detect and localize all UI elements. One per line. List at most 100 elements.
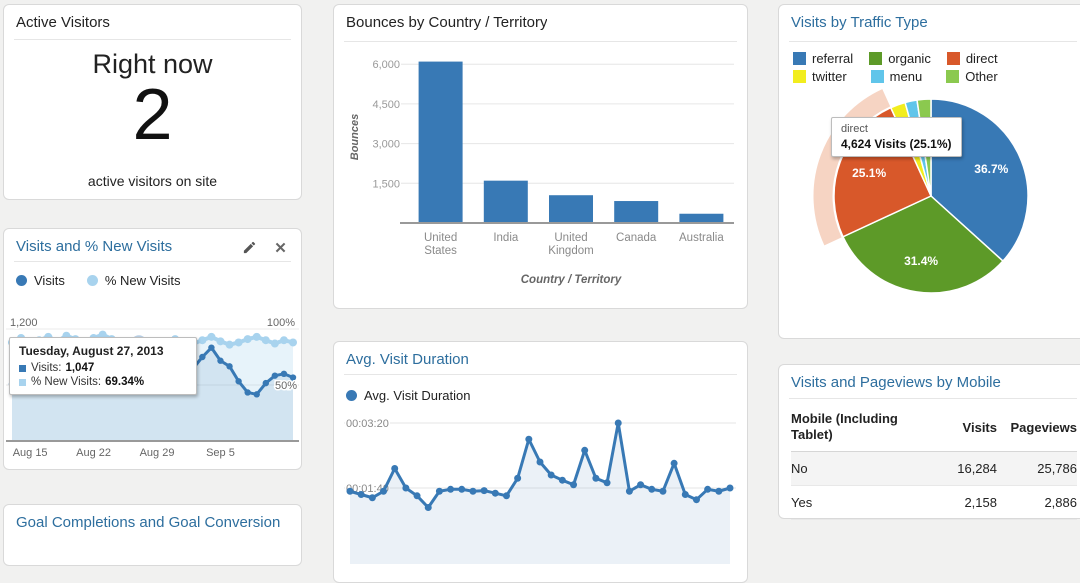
edit-pencil-icon[interactable]	[241, 239, 258, 256]
table-header-row: Mobile (Including Tablet) Visits Pagevie…	[791, 407, 1077, 452]
svg-text:6,000: 6,000	[372, 59, 400, 71]
legend-swatch	[87, 275, 98, 286]
card-title: Bounces by Country / Territory	[346, 14, 547, 31]
svg-text:India: India	[493, 232, 519, 244]
svg-text:Country / Territory: Country / Territory	[521, 274, 622, 286]
svg-text:Aug 29: Aug 29	[140, 447, 175, 459]
cell-visits: 2,158	[929, 495, 997, 510]
pie-chart-tooltip: direct 4,624 Visits (25.1%)	[831, 117, 962, 157]
visits-new-visits-card: Visits and % New Visits ✕ Visits % New V…	[3, 228, 302, 470]
table-row: No 16,284 25,786	[791, 452, 1077, 486]
legend-swatch	[793, 52, 806, 65]
svg-text:1,500: 1,500	[372, 178, 400, 190]
active-visitor-count: 2	[4, 79, 301, 151]
svg-text:100%: 100%	[267, 317, 295, 329]
divider	[344, 41, 737, 42]
cell-visits: 16,284	[929, 461, 997, 476]
legend-swatch	[946, 70, 959, 83]
tooltip-label: % New Visits:	[31, 376, 101, 388]
bounces-card: Bounces by Country / Territory 1,500 3,00…	[333, 4, 748, 309]
cell-pageviews: 25,786	[997, 461, 1077, 476]
legend-swatch	[16, 275, 27, 286]
tooltip-value: 69.34%	[105, 376, 144, 388]
legend-label: twitter	[812, 69, 847, 84]
tooltip-swatch	[19, 379, 26, 386]
divider	[14, 261, 291, 262]
legend-item-twitter: twitter	[793, 69, 847, 84]
card-title: Visits and Pageviews by Mobile	[791, 374, 1001, 391]
legend-label: menu	[890, 69, 923, 84]
svg-text:Bounces: Bounces	[349, 114, 361, 160]
svg-text:25.1%: 25.1%	[852, 166, 886, 180]
active-visitors-subtitle: active visitors on site	[4, 173, 301, 189]
column-header-visits: Visits	[929, 420, 997, 435]
card-title: Visits and % New Visits	[16, 238, 172, 255]
svg-text:1,200: 1,200	[10, 317, 38, 329]
tooltip-date: Tuesday, August 27, 2013	[19, 344, 187, 358]
legend-label: Avg. Visit Duration	[364, 388, 470, 403]
legend-label: Other	[965, 69, 998, 84]
table-row: Yes 2,158 2,886	[791, 486, 1077, 520]
svg-text:Sep 5: Sep 5	[206, 447, 235, 459]
card-title: Active Visitors	[16, 14, 110, 31]
legend-label: direct	[966, 51, 998, 66]
svg-text:UnitedKingdom: UnitedKingdom	[548, 232, 593, 257]
pie-legend-row-2: twitter menu Other	[793, 69, 998, 84]
tooltip-row-visits: Visits: 1,047	[19, 362, 187, 374]
legend-item-avg-duration: Avg. Visit Duration	[346, 388, 470, 403]
column-header-mobile: Mobile (Including Tablet)	[791, 411, 929, 444]
svg-text:Canada: Canada	[616, 232, 657, 244]
svg-text:50%: 50%	[275, 380, 297, 392]
card-title: Visits by Traffic Type	[791, 14, 928, 31]
traffic-type-card: 36.7% 31.4% 25.1% Visits by Traffic Type r…	[778, 4, 1080, 339]
divider	[14, 39, 291, 40]
cell-pageviews: 2,886	[997, 495, 1077, 510]
svg-text:3,000: 3,000	[372, 139, 400, 151]
svg-text:36.7%: 36.7%	[974, 162, 1008, 176]
mobile-table-card: Visits and Pageviews by Mobile Mobile (I…	[778, 364, 1080, 519]
svg-text:Aug 15: Aug 15	[13, 447, 48, 459]
svg-text:UnitedStates: UnitedStates	[424, 232, 457, 257]
svg-text:Aug 22: Aug 22	[76, 447, 111, 459]
avg-visit-duration-card: Avg. Visit Duration Avg. Visit Duration …	[333, 341, 748, 583]
chart-legend: Visits % New Visits	[16, 273, 202, 288]
tooltip-label: Visits:	[31, 362, 61, 374]
tooltip-slice-name: direct	[841, 123, 952, 135]
svg-text:Australia: Australia	[679, 232, 724, 244]
legend-item-visits: Visits	[16, 273, 65, 288]
svg-text:4,500: 4,500	[372, 99, 400, 111]
svg-text:31.4%: 31.4%	[904, 254, 938, 268]
legend-swatch	[346, 390, 357, 401]
legend-swatch	[871, 70, 884, 83]
card-title: Avg. Visit Duration	[346, 351, 469, 368]
close-icon[interactable]: ✕	[272, 239, 289, 256]
legend-item-other: Other	[946, 69, 998, 84]
legend-item-organic: organic	[869, 51, 931, 66]
card-title: Goal Completions and Goal Conversion	[16, 514, 280, 531]
active-visitors-card: Active Visitors Right now 2 active visit…	[3, 4, 302, 200]
legend-item-referral: referral	[793, 51, 853, 66]
legend-swatch	[947, 52, 960, 65]
cell-mobile: Yes	[791, 495, 929, 510]
bounces-bar-chart[interactable]: 1,500 3,000 4,500 6,000 UnitedStates India Uni…	[344, 43, 738, 293]
legend-swatch	[869, 52, 882, 65]
tooltip-value: 1,047	[65, 362, 94, 374]
goal-completions-card: Goal Completions and Goal Conversion	[3, 504, 302, 566]
svg-text:00:03:20: 00:03:20	[346, 418, 389, 430]
cell-mobile: No	[791, 461, 929, 476]
divider	[789, 41, 1077, 42]
tooltip-slice-value: 4,624 Visits (25.1%)	[841, 137, 952, 151]
column-header-pageviews: Pageviews	[997, 420, 1077, 435]
tooltip-row-new-visits: % New Visits: 69.34%	[19, 376, 187, 388]
mobile-visits-table: Mobile (Including Tablet) Visits Pagevie…	[791, 407, 1077, 520]
legend-label: organic	[888, 51, 931, 66]
divider	[344, 374, 737, 375]
legend-label: % New Visits	[105, 273, 181, 288]
visits-chart-tooltip: Tuesday, August 27, 2013 Visits: 1,047 %…	[9, 337, 197, 395]
chart-legend: Avg. Visit Duration	[346, 388, 492, 403]
legend-item-new-visits: % New Visits	[87, 273, 181, 288]
legend-label: referral	[812, 51, 853, 66]
avg-duration-line-chart[interactable]: 00:03:2000:01:40	[344, 414, 736, 564]
legend-label: Visits	[34, 273, 65, 288]
legend-item-direct: direct	[947, 51, 998, 66]
